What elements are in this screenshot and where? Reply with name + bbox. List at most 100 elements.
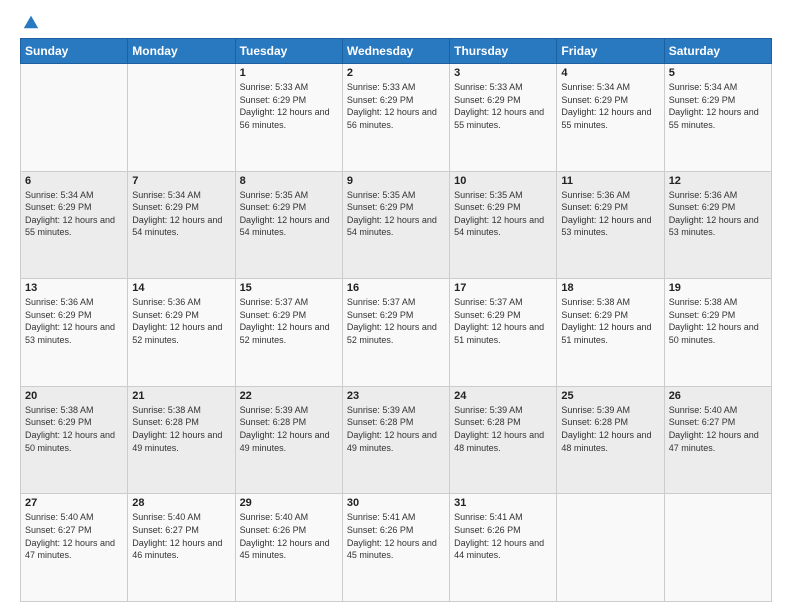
- weekday-header-friday: Friday: [557, 39, 664, 64]
- calendar-table: SundayMondayTuesdayWednesdayThursdayFrid…: [20, 38, 772, 602]
- day-number: 6: [25, 175, 123, 187]
- calendar-cell: 24 Sunrise: 5:39 AM Sunset: 6:28 PM Dayli…: [450, 386, 557, 494]
- calendar-cell: 22 Sunrise: 5:39 AM Sunset: 6:28 PM Dayli…: [235, 386, 342, 494]
- calendar-cell: 9 Sunrise: 5:35 AM Sunset: 6:29 PM Daylig…: [342, 171, 449, 279]
- day-info: Sunrise: 5:39 AM Sunset: 6:28 PM Dayligh…: [347, 404, 445, 454]
- day-number: 4: [561, 67, 659, 79]
- day-info: Sunrise: 5:36 AM Sunset: 6:29 PM Dayligh…: [25, 296, 123, 346]
- calendar-cell: 13 Sunrise: 5:36 AM Sunset: 6:29 PM Dayli…: [21, 279, 128, 387]
- day-info: Sunrise: 5:37 AM Sunset: 6:29 PM Dayligh…: [240, 296, 338, 346]
- calendar-cell: [557, 494, 664, 602]
- weekday-header-sunday: Sunday: [21, 39, 128, 64]
- day-info: Sunrise: 5:38 AM Sunset: 6:29 PM Dayligh…: [561, 296, 659, 346]
- day-info: Sunrise: 5:38 AM Sunset: 6:29 PM Dayligh…: [25, 404, 123, 454]
- day-info: Sunrise: 5:35 AM Sunset: 6:29 PM Dayligh…: [454, 189, 552, 239]
- day-number: 15: [240, 282, 338, 294]
- day-number: 28: [132, 497, 230, 509]
- day-number: 27: [25, 497, 123, 509]
- day-info: Sunrise: 5:37 AM Sunset: 6:29 PM Dayligh…: [454, 296, 552, 346]
- day-number: 16: [347, 282, 445, 294]
- calendar-cell: 21 Sunrise: 5:38 AM Sunset: 6:28 PM Dayli…: [128, 386, 235, 494]
- calendar-cell: 31 Sunrise: 5:41 AM Sunset: 6:26 PM Dayli…: [450, 494, 557, 602]
- day-info: Sunrise: 5:40 AM Sunset: 6:27 PM Dayligh…: [669, 404, 767, 454]
- day-number: 8: [240, 175, 338, 187]
- day-number: 22: [240, 390, 338, 402]
- day-info: Sunrise: 5:41 AM Sunset: 6:26 PM Dayligh…: [347, 511, 445, 561]
- day-number: 21: [132, 390, 230, 402]
- day-info: Sunrise: 5:39 AM Sunset: 6:28 PM Dayligh…: [240, 404, 338, 454]
- day-number: 5: [669, 67, 767, 79]
- weekday-header-wednesday: Wednesday: [342, 39, 449, 64]
- day-number: 30: [347, 497, 445, 509]
- weekday-header-tuesday: Tuesday: [235, 39, 342, 64]
- calendar-cell: 1 Sunrise: 5:33 AM Sunset: 6:29 PM Daylig…: [235, 64, 342, 172]
- weekday-header-thursday: Thursday: [450, 39, 557, 64]
- calendar-cell: [664, 494, 771, 602]
- day-number: 24: [454, 390, 552, 402]
- calendar-cell: 30 Sunrise: 5:41 AM Sunset: 6:26 PM Dayli…: [342, 494, 449, 602]
- calendar-cell: 29 Sunrise: 5:40 AM Sunset: 6:26 PM Dayli…: [235, 494, 342, 602]
- day-number: 3: [454, 67, 552, 79]
- calendar-cell: 23 Sunrise: 5:39 AM Sunset: 6:28 PM Dayli…: [342, 386, 449, 494]
- day-info: Sunrise: 5:36 AM Sunset: 6:29 PM Dayligh…: [561, 189, 659, 239]
- day-info: Sunrise: 5:36 AM Sunset: 6:29 PM Dayligh…: [669, 189, 767, 239]
- day-info: Sunrise: 5:40 AM Sunset: 6:27 PM Dayligh…: [132, 511, 230, 561]
- calendar-cell: 17 Sunrise: 5:37 AM Sunset: 6:29 PM Dayli…: [450, 279, 557, 387]
- day-number: 13: [25, 282, 123, 294]
- day-info: Sunrise: 5:40 AM Sunset: 6:27 PM Dayligh…: [25, 511, 123, 561]
- day-info: Sunrise: 5:35 AM Sunset: 6:29 PM Dayligh…: [347, 189, 445, 239]
- day-number: 20: [25, 390, 123, 402]
- day-number: 29: [240, 497, 338, 509]
- calendar-cell: 15 Sunrise: 5:37 AM Sunset: 6:29 PM Dayli…: [235, 279, 342, 387]
- calendar-cell: 11 Sunrise: 5:36 AM Sunset: 6:29 PM Dayli…: [557, 171, 664, 279]
- calendar-cell: 4 Sunrise: 5:34 AM Sunset: 6:29 PM Daylig…: [557, 64, 664, 172]
- day-info: Sunrise: 5:34 AM Sunset: 6:29 PM Dayligh…: [132, 189, 230, 239]
- logo-icon: [22, 12, 40, 30]
- day-number: 26: [669, 390, 767, 402]
- calendar-cell: 3 Sunrise: 5:33 AM Sunset: 6:29 PM Daylig…: [450, 64, 557, 172]
- calendar-cell: 16 Sunrise: 5:37 AM Sunset: 6:29 PM Dayli…: [342, 279, 449, 387]
- calendar-cell: 27 Sunrise: 5:40 AM Sunset: 6:27 PM Dayli…: [21, 494, 128, 602]
- day-info: Sunrise: 5:34 AM Sunset: 6:29 PM Dayligh…: [561, 81, 659, 131]
- day-info: Sunrise: 5:33 AM Sunset: 6:29 PM Dayligh…: [347, 81, 445, 131]
- day-number: 7: [132, 175, 230, 187]
- day-number: 17: [454, 282, 552, 294]
- day-info: Sunrise: 5:33 AM Sunset: 6:29 PM Dayligh…: [454, 81, 552, 131]
- day-info: Sunrise: 5:39 AM Sunset: 6:28 PM Dayligh…: [454, 404, 552, 454]
- day-number: 25: [561, 390, 659, 402]
- day-info: Sunrise: 5:33 AM Sunset: 6:29 PM Dayligh…: [240, 81, 338, 131]
- day-info: Sunrise: 5:38 AM Sunset: 6:28 PM Dayligh…: [132, 404, 230, 454]
- calendar-cell: 14 Sunrise: 5:36 AM Sunset: 6:29 PM Dayli…: [128, 279, 235, 387]
- day-number: 1: [240, 67, 338, 79]
- day-number: 10: [454, 175, 552, 187]
- day-info: Sunrise: 5:37 AM Sunset: 6:29 PM Dayligh…: [347, 296, 445, 346]
- calendar-cell: 18Sunrise: 5:38 AM Sunset: 6:29 PM Dayli…: [557, 279, 664, 387]
- day-info: Sunrise: 5:41 AM Sunset: 6:26 PM Dayligh…: [454, 511, 552, 561]
- day-info: Sunrise: 5:36 AM Sunset: 6:29 PM Dayligh…: [132, 296, 230, 346]
- day-number: 9: [347, 175, 445, 187]
- calendar-cell: 6Sunrise: 5:34 AM Sunset: 6:29 PM Daylig…: [21, 171, 128, 279]
- day-number: 14: [132, 282, 230, 294]
- calendar-cell: 5Sunrise: 5:34 AM Sunset: 6:29 PM Daylig…: [664, 64, 771, 172]
- day-info: Sunrise: 5:39 AM Sunset: 6:28 PM Dayligh…: [561, 404, 659, 454]
- calendar-cell: 12 Sunrise: 5:36 AM Sunset: 6:29 PM Dayli…: [664, 171, 771, 279]
- calendar-cell: 28 Sunrise: 5:40 AM Sunset: 6:27 PM Dayli…: [128, 494, 235, 602]
- calendar-cell: 7 Sunrise: 5:34 AM Sunset: 6:29 PM Daylig…: [128, 171, 235, 279]
- day-number: 12: [669, 175, 767, 187]
- page-header: [20, 18, 772, 30]
- day-info: Sunrise: 5:35 AM Sunset: 6:29 PM Dayligh…: [240, 189, 338, 239]
- calendar-cell: 2Sunrise: 5:33 AM Sunset: 6:29 PM Daylig…: [342, 64, 449, 172]
- calendar-cell: [21, 64, 128, 172]
- day-number: 11: [561, 175, 659, 187]
- calendar-cell: 19 Sunrise: 5:38 AM Sunset: 6:29 PM Dayli…: [664, 279, 771, 387]
- day-info: Sunrise: 5:40 AM Sunset: 6:26 PM Dayligh…: [240, 511, 338, 561]
- calendar-cell: 25 Sunrise: 5:39 AM Sunset: 6:28 PM Dayli…: [557, 386, 664, 494]
- day-number: 31: [454, 497, 552, 509]
- day-number: 23: [347, 390, 445, 402]
- calendar-cell: [128, 64, 235, 172]
- day-number: 19: [669, 282, 767, 294]
- weekday-header-monday: Monday: [128, 39, 235, 64]
- calendar-cell: 10 Sunrise: 5:35 AM Sunset: 6:29 PM Dayli…: [450, 171, 557, 279]
- day-info: Sunrise: 5:38 AM Sunset: 6:29 PM Dayligh…: [669, 296, 767, 346]
- calendar-cell: 20 Sunrise: 5:38 AM Sunset: 6:29 PM Dayli…: [21, 386, 128, 494]
